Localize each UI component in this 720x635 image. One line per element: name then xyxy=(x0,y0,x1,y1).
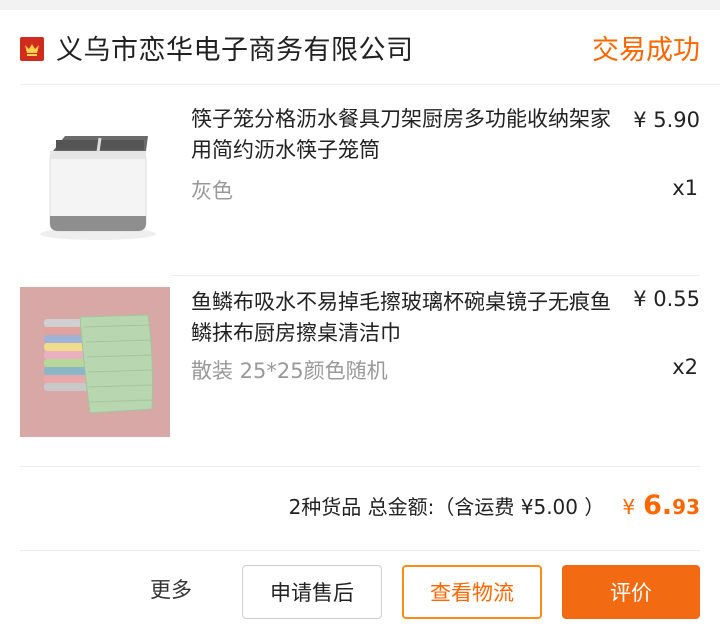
cleaning-cloth-image xyxy=(20,287,170,437)
item-price: ¥ 0.55 xyxy=(633,287,700,311)
item-title[interactable]: 鱼鳞布吸水不易掉毛擦玻璃杯碗桌镜子无痕鱼鳞抹布厨房擦桌清洁巾 xyxy=(191,287,631,349)
utensil-holder-image xyxy=(20,96,170,246)
order-status: 交易成功 xyxy=(592,35,700,66)
summary-label: 2种货品 总金额:（含运费 ¥5.00 ） xyxy=(288,495,605,519)
items-divider xyxy=(20,466,700,467)
top-spacer xyxy=(0,0,720,10)
review-button[interactable]: 评价 xyxy=(562,565,700,619)
item-sku: 散装 25*25颜色随机 xyxy=(191,359,388,383)
order-item[interactable]: 鱼鳞布吸水不易掉毛擦玻璃杯碗桌镜子无痕鱼鳞抹布厨房擦桌清洁巾 ¥ 0.55 散装… xyxy=(0,287,720,437)
item-title[interactable]: 筷子笼分格沥水餐具刀架厨房多功能收纳架家用简约沥水筷子笼筒 xyxy=(191,104,631,166)
summary-divider xyxy=(20,550,700,551)
shop-header[interactable]: 义乌市恋华电子商务有限公司 交易成功 xyxy=(0,18,720,74)
item-price: ¥ 5.90 xyxy=(633,108,700,132)
more-button[interactable]: 更多 xyxy=(150,574,192,604)
total-amount-decimal: 93 xyxy=(672,495,700,519)
header-divider xyxy=(20,84,720,85)
shop-badge-icon xyxy=(20,37,44,61)
order-item[interactable]: 筷子笼分格沥水餐具刀架厨房多功能收纳架家用简约沥水筷子笼筒 ¥ 5.90 灰色 … xyxy=(0,96,720,266)
total-amount-integer: 6. xyxy=(643,490,673,521)
view-logistics-button[interactable]: 查看物流 xyxy=(402,565,542,619)
item-sku: 灰色 xyxy=(191,179,233,203)
shop-name[interactable]: 义乌市恋华电子商务有限公司 xyxy=(56,28,414,67)
item-divider xyxy=(170,275,700,276)
order-summary: 2种货品 总金额:（含运费 ¥5.00 ） ¥ 6. 93 xyxy=(289,490,700,530)
item-quantity: x1 xyxy=(672,176,698,200)
after-sale-button[interactable]: 申请售后 xyxy=(242,565,382,619)
total-currency: ¥ xyxy=(622,495,636,519)
item-quantity: x2 xyxy=(672,355,698,379)
